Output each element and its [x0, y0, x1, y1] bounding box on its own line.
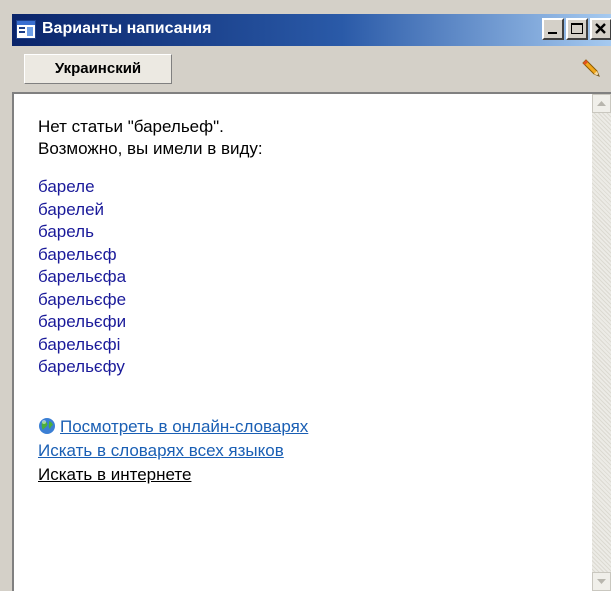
- search-links: Посмотреть в онлайн-словарях Искать в сл…: [38, 415, 578, 487]
- did-you-mean-message: Возможно, вы имели в виду:: [38, 139, 263, 158]
- suggestion-link[interactable]: барельєфу: [38, 356, 578, 379]
- globe-icon: [38, 417, 56, 435]
- suggestion-link[interactable]: барельєфа: [38, 266, 578, 289]
- app-window-icon: [16, 20, 36, 39]
- suggestion-link[interactable]: барелей: [38, 199, 578, 222]
- maximize-icon: [571, 23, 583, 34]
- language-button[interactable]: Украинский: [24, 54, 172, 84]
- minimize-button[interactable]: [542, 18, 564, 40]
- suggestion-link[interactable]: бареле: [38, 176, 578, 199]
- vertical-scrollbar[interactable]: [592, 94, 611, 591]
- scroll-up-button[interactable]: [592, 94, 611, 113]
- spelling-content: Нет статьи "барельеф". Возможно, вы имел…: [38, 116, 578, 487]
- close-button[interactable]: [590, 18, 611, 40]
- online-dictionaries-row: Посмотреть в онлайн-словарях: [38, 415, 578, 439]
- all-languages-link[interactable]: Искать в словарях всех языков: [38, 439, 578, 463]
- chevron-up-icon: [597, 101, 606, 106]
- window-title: Варианты написания: [42, 20, 212, 37]
- spelling-variants-window: Варианты написания Украинский Нет статьи…: [0, 0, 611, 591]
- internet-search-link[interactable]: Искать в интернете: [38, 463, 578, 487]
- pencil-icon[interactable]: [582, 54, 604, 80]
- suggestion-link[interactable]: барельєфи: [38, 311, 578, 334]
- toolbar: Украинский: [12, 46, 611, 90]
- suggestion-link[interactable]: барель: [38, 221, 578, 244]
- suggestion-link[interactable]: барельєф: [38, 244, 578, 267]
- suggestion-link[interactable]: барельєфі: [38, 334, 578, 357]
- scroll-down-button[interactable]: [592, 572, 611, 591]
- no-article-message: Нет статьи "барельеф".: [38, 117, 224, 136]
- minimize-icon: [548, 32, 557, 34]
- suggestion-list: бареле барелей барель барельєф барельєфа…: [38, 176, 578, 379]
- title-bar[interactable]: Варианты написания: [12, 14, 611, 46]
- content-pane: Нет статьи "барельеф". Возможно, вы имел…: [12, 92, 611, 591]
- suggestion-link[interactable]: барельєфе: [38, 289, 578, 312]
- close-icon: [595, 23, 606, 34]
- chevron-down-icon: [597, 579, 606, 584]
- maximize-button[interactable]: [566, 18, 588, 40]
- online-dictionaries-link[interactable]: Посмотреть в онлайн-словарях: [60, 417, 308, 436]
